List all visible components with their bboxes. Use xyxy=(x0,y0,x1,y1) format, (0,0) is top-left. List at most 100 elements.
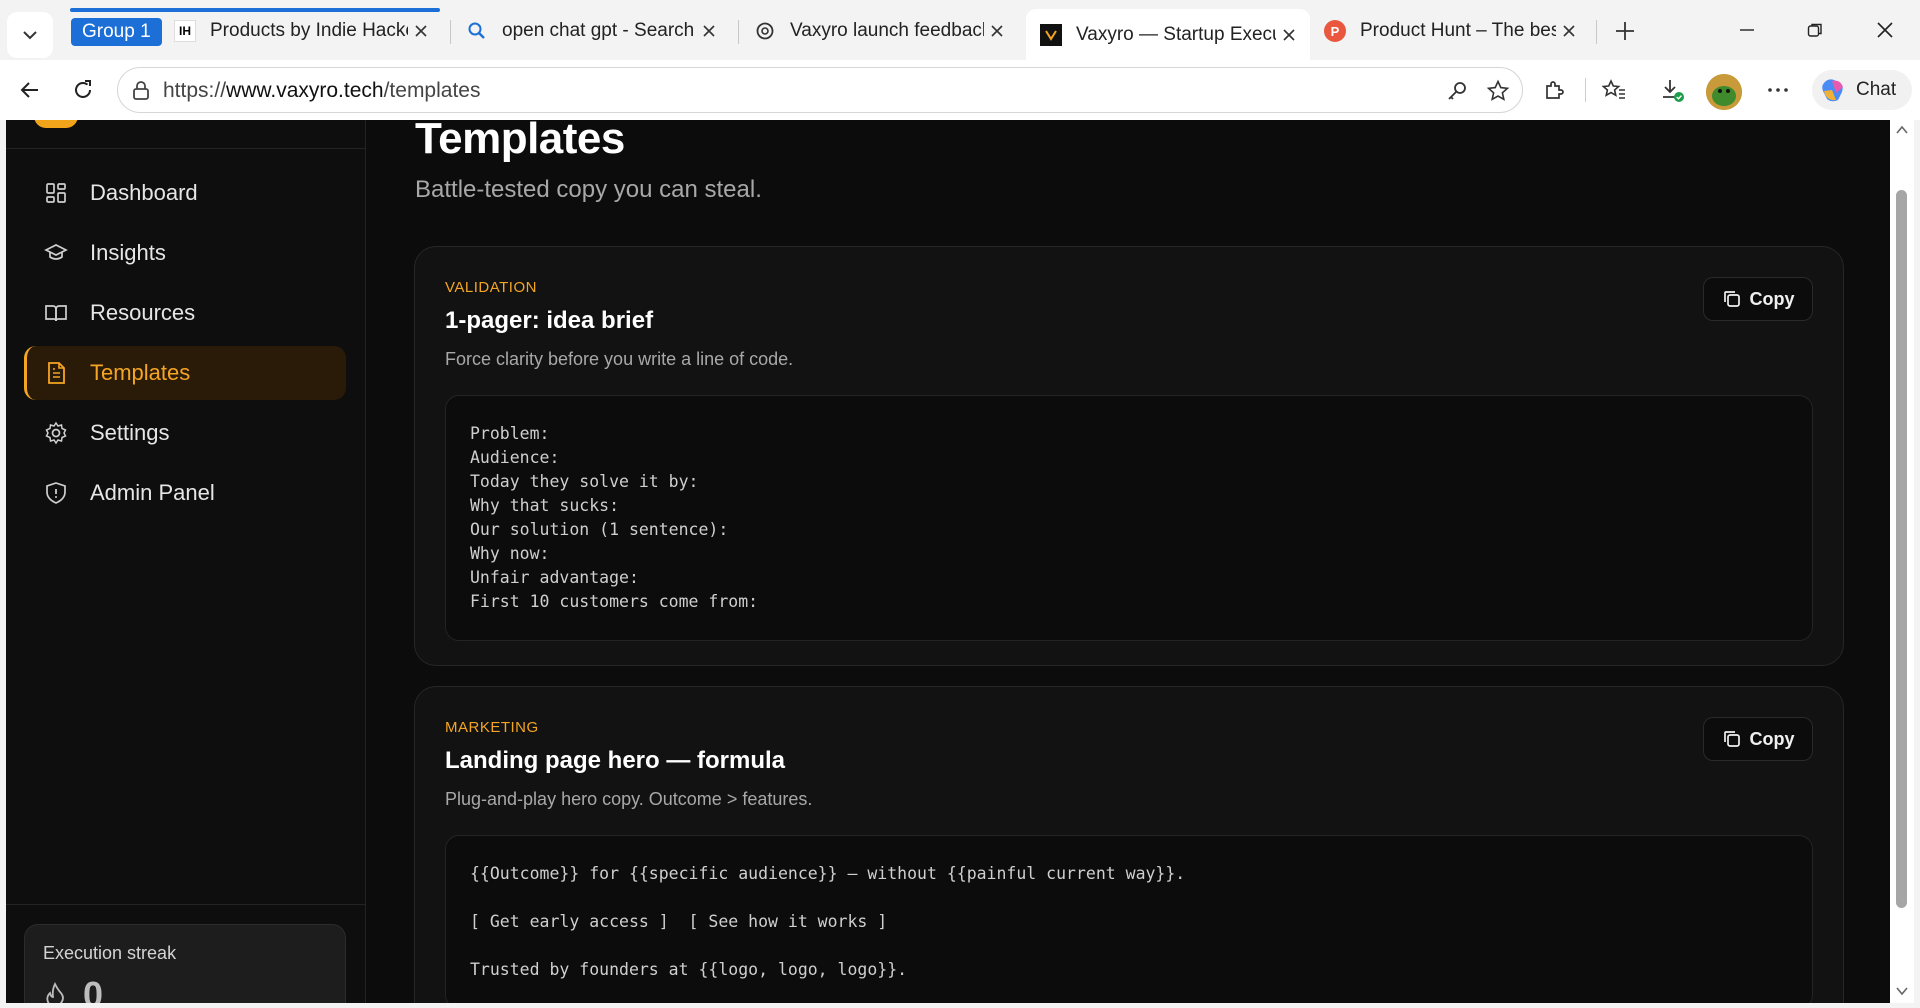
dashboard-grid-icon xyxy=(44,181,68,205)
close-icon[interactable] xyxy=(984,18,1010,44)
toolbar-separator xyxy=(1585,78,1586,102)
sidebar-divider xyxy=(6,148,366,149)
code-line: {{Outcome}} for {{specific audience}} — … xyxy=(470,864,1186,883)
scrollbar-thumb[interactable] xyxy=(1896,190,1907,908)
code-line: Why that sucks: xyxy=(470,496,620,515)
url-host: www.vaxyro.tech xyxy=(226,79,384,102)
sidebar: Dashboard Insights Resources Templates S… xyxy=(6,120,366,1003)
streak-count: 0 xyxy=(83,974,104,1003)
indie-hackers-favicon-icon: IH xyxy=(174,20,196,42)
app-logo[interactable] xyxy=(34,120,78,128)
template-category: MARKETING xyxy=(445,719,539,736)
shield-icon xyxy=(44,481,68,505)
open-book-icon xyxy=(44,301,68,325)
page-title: Templates xyxy=(415,120,625,163)
template-description: Plug-and-play hero copy. Outcome > featu… xyxy=(445,789,813,809)
sidebar-item-insights[interactable]: Insights xyxy=(24,226,346,280)
copy-label: Copy xyxy=(1749,728,1795,749)
tab-bing-search[interactable]: open chat gpt - Search xyxy=(452,9,730,53)
close-icon[interactable] xyxy=(1556,18,1582,44)
tab-separator xyxy=(1596,20,1597,44)
product-hunt-favicon-icon: P xyxy=(1324,20,1346,42)
url-path: /templates xyxy=(383,79,481,102)
tab-separator xyxy=(738,20,739,44)
sidebar-divider xyxy=(6,904,366,905)
document-icon xyxy=(44,361,68,385)
close-icon xyxy=(1877,22,1893,38)
streak-label: Execution streak xyxy=(43,943,177,963)
new-tab-button[interactable] xyxy=(1605,14,1645,48)
tab-title: open chat gpt - Search xyxy=(502,20,695,41)
copy-icon xyxy=(1722,289,1742,309)
browser-tab-strip: Group 1 IH Products by Indie Hackers ope… xyxy=(0,0,1920,60)
close-icon[interactable] xyxy=(696,18,722,44)
url-text[interactable]: https://www.vaxyro.tech/templates xyxy=(163,79,480,103)
downloads-button[interactable] xyxy=(1654,72,1690,108)
restore-button[interactable] xyxy=(1782,10,1848,50)
chevron-down-icon xyxy=(23,31,37,40)
template-code-block[interactable]: {{Outcome}} for {{specific audience}} — … xyxy=(445,835,1813,1003)
tab-product-hunt[interactable]: P Product Hunt – The best new products xyxy=(1310,9,1590,53)
sidebar-item-label: Admin Panel xyxy=(90,480,215,505)
sidebar-item-resources[interactable]: Resources xyxy=(24,286,346,340)
tab-chatgpt-feedback[interactable]: Vaxyro launch feedback xyxy=(740,9,1018,53)
template-card-idea-brief: VALIDATION 1-pager: idea brief Force cla… xyxy=(414,246,1844,666)
reload-button[interactable] xyxy=(63,70,103,110)
extensions-button[interactable] xyxy=(1536,72,1572,108)
template-category: VALIDATION xyxy=(445,279,537,296)
address-bar[interactable]: https://www.vaxyro.tech/templates xyxy=(117,67,1523,113)
favorites-button[interactable] xyxy=(1596,72,1632,108)
code-line: Unfair advantage: xyxy=(470,568,639,587)
copilot-chat-button[interactable]: Chat xyxy=(1812,70,1912,110)
close-icon[interactable] xyxy=(1276,22,1302,48)
copy-label: Copy xyxy=(1749,288,1795,309)
sidebar-item-templates[interactable]: Templates xyxy=(24,346,346,400)
copilot-icon xyxy=(1822,79,1843,102)
close-window-button[interactable] xyxy=(1852,10,1918,50)
sidebar-item-label: Settings xyxy=(90,420,170,445)
url-scheme: https:// xyxy=(163,79,227,102)
tab-group-label[interactable]: Group 1 xyxy=(71,18,162,46)
code-line: Today they solve it by: xyxy=(470,472,699,491)
minimize-icon xyxy=(1740,29,1754,31)
template-description: Force clarity before you write a line of… xyxy=(445,349,794,369)
tab-vaxyro-active[interactable]: Vaxyro — Startup Execution xyxy=(1026,9,1310,60)
window-frame-right xyxy=(1914,120,1920,1008)
close-icon[interactable] xyxy=(408,18,434,44)
page-scrollbar[interactable] xyxy=(1890,120,1914,1003)
scroll-up-arrow-icon[interactable] xyxy=(1896,125,1908,135)
browser-toolbar: https://www.vaxyro.tech/templates Chat xyxy=(0,60,1920,120)
chat-label: Chat xyxy=(1856,79,1897,100)
sidebar-item-dashboard[interactable]: Dashboard xyxy=(24,166,346,220)
star-favorite-icon[interactable] xyxy=(1484,77,1512,105)
restore-icon xyxy=(1807,23,1822,37)
main-content: Templates Battle-tested copy you can ste… xyxy=(367,120,1875,1003)
graduation-cap-icon xyxy=(44,241,68,265)
tab-indie-hackers[interactable]: IH Products by Indie Hackers xyxy=(160,9,442,53)
flame-icon xyxy=(43,982,69,1003)
tab-title: Product Hunt – The best new products xyxy=(1360,20,1556,41)
copy-button[interactable]: Copy xyxy=(1703,277,1813,321)
back-button[interactable] xyxy=(10,70,50,110)
minimize-button[interactable] xyxy=(1714,10,1780,50)
search-icon xyxy=(466,20,488,42)
template-title: 1-pager: idea brief xyxy=(445,307,654,334)
profile-avatar[interactable] xyxy=(1706,74,1742,110)
scroll-down-arrow-icon[interactable] xyxy=(1896,986,1908,996)
code-line: First 10 customers come from: xyxy=(470,592,759,611)
openai-logo-icon xyxy=(754,20,776,42)
copy-button[interactable]: Copy xyxy=(1703,717,1813,761)
sidebar-item-label: Dashboard xyxy=(90,180,198,205)
more-options-button[interactable] xyxy=(1760,72,1796,108)
tab-list-button[interactable] xyxy=(7,12,53,58)
sidebar-item-settings[interactable]: Settings xyxy=(24,406,346,460)
key-icon[interactable] xyxy=(1443,77,1471,105)
sidebar-item-admin-panel[interactable]: Admin Panel xyxy=(24,466,346,520)
template-code-block[interactable]: Problem: Audience: Today they solve it b… xyxy=(445,395,1813,641)
lock-icon[interactable] xyxy=(128,78,154,104)
page-viewport: Dashboard Insights Resources Templates S… xyxy=(6,120,1890,1003)
page-subtitle: Battle-tested copy you can steal. xyxy=(415,176,762,203)
copy-icon xyxy=(1722,729,1742,749)
